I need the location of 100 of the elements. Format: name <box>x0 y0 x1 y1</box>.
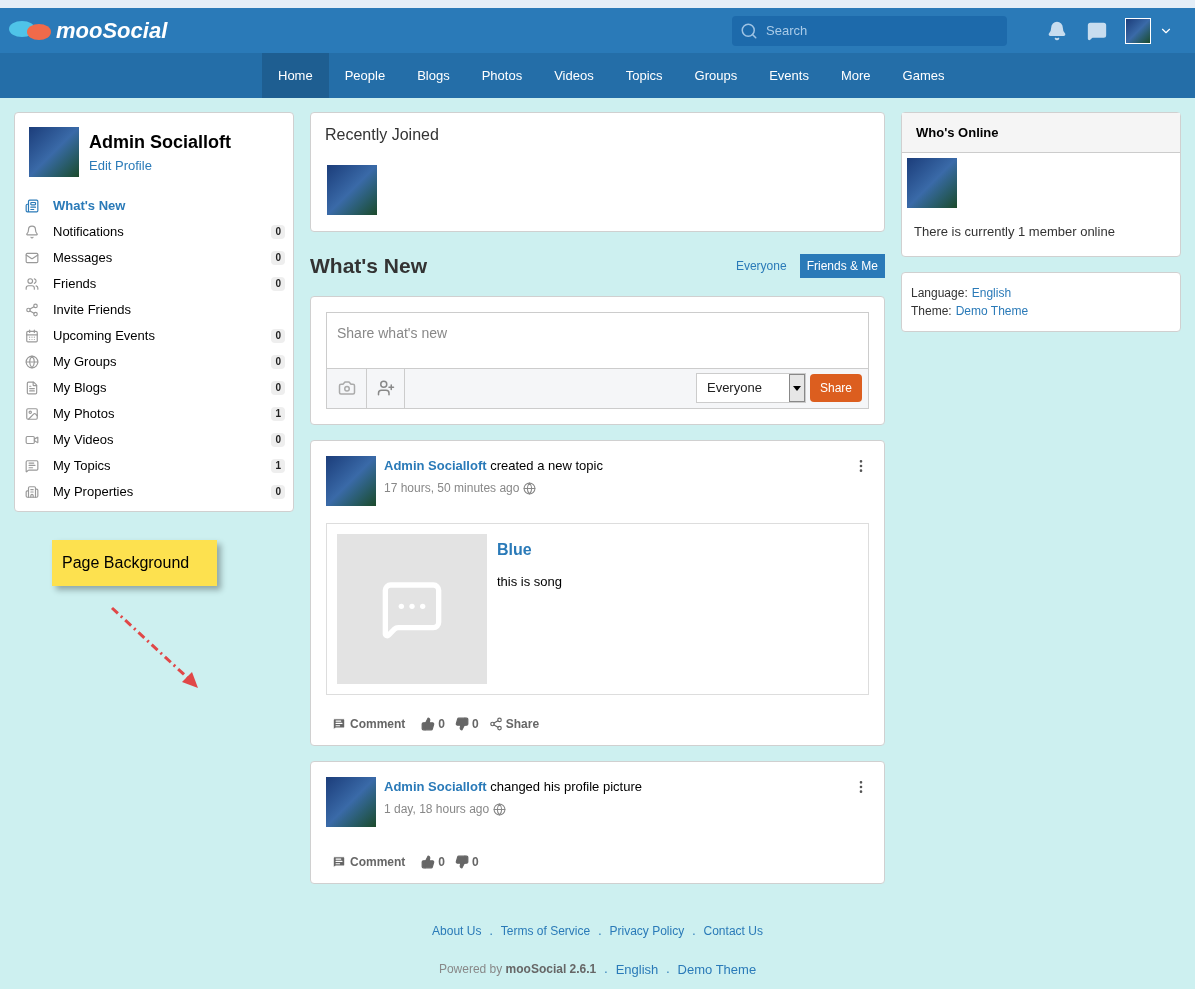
like-button[interactable]: 0 <box>421 852 446 871</box>
thumbs-down-icon <box>455 854 470 869</box>
sidebar-menu-item[interactable]: What's New <box>23 193 285 219</box>
like-button[interactable]: 0 <box>421 714 446 733</box>
dropdown-caret-icon <box>792 385 801 391</box>
count-badge: 0 <box>271 485 285 499</box>
sidebar-menu-item[interactable]: My Properties 0 <box>23 479 285 505</box>
sidebar-menu-item[interactable]: My Groups 0 <box>23 349 285 375</box>
count-badge: 0 <box>271 355 285 369</box>
thumbs-up-icon <box>421 854 436 869</box>
search-field[interactable]: Search <box>732 15 1007 46</box>
footer-link[interactable]: Demo Theme <box>677 959 757 979</box>
count-badge: 0 <box>271 225 285 239</box>
comment-icon <box>332 854 346 869</box>
count-badge: 0 <box>271 277 285 291</box>
powered-by-text: Powered by mooSocial 2.6.1 <box>438 961 597 979</box>
section-heading: What's New <box>310 253 427 279</box>
edit-profile-link[interactable]: Edit Profile <box>89 155 231 176</box>
dislike-button[interactable]: 0 <box>455 714 479 733</box>
footer-link[interactable]: Privacy Policy <box>609 921 685 940</box>
menu-icon <box>25 459 39 473</box>
share-button[interactable]: Share <box>809 374 862 402</box>
card-header: Who's Online <box>902 113 1180 153</box>
separator-dot: . <box>604 961 608 979</box>
thumbs-up-icon <box>421 716 436 731</box>
author-link[interactable]: Admin Socialloft <box>384 457 487 473</box>
nav-link[interactable]: Blogs <box>401 53 466 98</box>
comment-button[interactable]: Comment <box>332 852 406 871</box>
theme-link[interactable]: Demo Theme <box>955 301 1029 320</box>
dislike-button[interactable]: 0 <box>455 852 479 871</box>
menu-icon <box>25 251 39 265</box>
sidebar-menu-item[interactable]: Messages 0 <box>23 245 285 271</box>
timestamp: 17 hours, 50 minutes ago <box>384 480 520 497</box>
footer-link[interactable]: About Us <box>432 921 482 940</box>
author-link[interactable]: Admin Socialloft <box>384 778 487 794</box>
thumbs-down-icon <box>455 716 470 731</box>
activity-text: Admin Socialloft changed his profile picture <box>384 777 643 796</box>
nav-link[interactable]: Photos <box>465 53 539 98</box>
topic-title-link[interactable]: Blue <box>497 537 563 562</box>
sidebar-menu-item[interactable]: Friends 0 <box>23 271 285 297</box>
nav-link[interactable]: Events <box>753 53 825 98</box>
nav-link[interactable]: Videos <box>538 53 610 98</box>
share-link[interactable]: Share <box>488 714 540 733</box>
online-member-photo <box>907 158 957 208</box>
privacy-select[interactable]: Everyone <box>695 373 806 403</box>
camera-icon[interactable] <box>337 379 356 397</box>
share-icon <box>488 716 503 731</box>
topic-description: this is song <box>497 572 563 591</box>
comment-icon <box>332 716 346 731</box>
nav-link[interactable]: Home <box>262 53 329 98</box>
feed-filter-tab[interactable]: Everyone <box>728 253 794 278</box>
count-badge: 1 <box>271 459 285 473</box>
count-badge: 1 <box>271 407 285 421</box>
online-count-text: There is currently 1 member online <box>913 223 1116 241</box>
sidebar-menu-item[interactable]: Notifications 0 <box>23 219 285 245</box>
nav-link[interactable]: People <box>328 53 402 98</box>
globe-icon <box>493 802 507 816</box>
language-link[interactable]: English <box>971 283 1012 302</box>
member-photo <box>327 165 377 215</box>
search-icon <box>740 21 758 40</box>
author-photo <box>326 455 376 506</box>
footer-link[interactable]: English <box>615 959 659 979</box>
sidebar-menu-item[interactable]: Invite Friends <box>23 297 285 323</box>
sidebar-menu-item[interactable]: My Blogs 0 <box>23 375 285 401</box>
add-person-icon[interactable] <box>376 379 395 397</box>
sidebar-menu-item[interactable]: My Videos 0 <box>23 427 285 453</box>
menu-icon <box>25 407 39 421</box>
profile-name: Admin Socialloft <box>89 130 231 154</box>
footer-link[interactable]: Contact Us <box>703 921 763 940</box>
sidebar-menu-item[interactable]: My Topics 1 <box>23 453 285 479</box>
timestamp: 1 day, 18 hours ago <box>384 801 490 818</box>
nav-link[interactable]: More <box>824 53 887 98</box>
separator-dot: . <box>489 922 493 940</box>
messages-icon[interactable] <box>1087 20 1107 41</box>
feed-filter-tab[interactable]: Friends & Me <box>799 253 885 278</box>
count-badge: 0 <box>271 251 285 265</box>
logo-icon <box>8 18 52 43</box>
sticky-note: Page Background <box>52 540 217 586</box>
theme-label: Theme: <box>911 302 952 320</box>
globe-icon <box>523 481 537 495</box>
notification-bell-icon[interactable] <box>1047 20 1067 41</box>
comment-button[interactable]: Comment <box>332 714 406 733</box>
profile-photo <box>29 127 79 177</box>
nav-link[interactable]: Games <box>886 53 961 98</box>
nav-link[interactable]: Groups <box>678 53 754 98</box>
footer-link[interactable]: Terms of Service <box>500 921 591 940</box>
menu-icon <box>25 433 39 447</box>
count-badge: 0 <box>271 329 285 343</box>
activity-text: Admin Socialloft created a new topic <box>384 456 604 475</box>
count-badge: 0 <box>271 433 285 447</box>
status-input[interactable]: Share what's new <box>326 311 869 369</box>
separator-dot: . <box>598 922 602 940</box>
menu-icon <box>25 303 39 317</box>
language-label: Language: <box>911 284 968 302</box>
menu-icon <box>25 381 39 395</box>
separator-dot: . <box>666 961 670 979</box>
user-avatar-photo <box>1125 17 1151 44</box>
nav-link[interactable]: Topics <box>609 53 679 98</box>
sidebar-menu-item[interactable]: My Photos 1 <box>23 401 285 427</box>
sidebar-menu-item[interactable]: Upcoming Events 0 <box>23 323 285 349</box>
